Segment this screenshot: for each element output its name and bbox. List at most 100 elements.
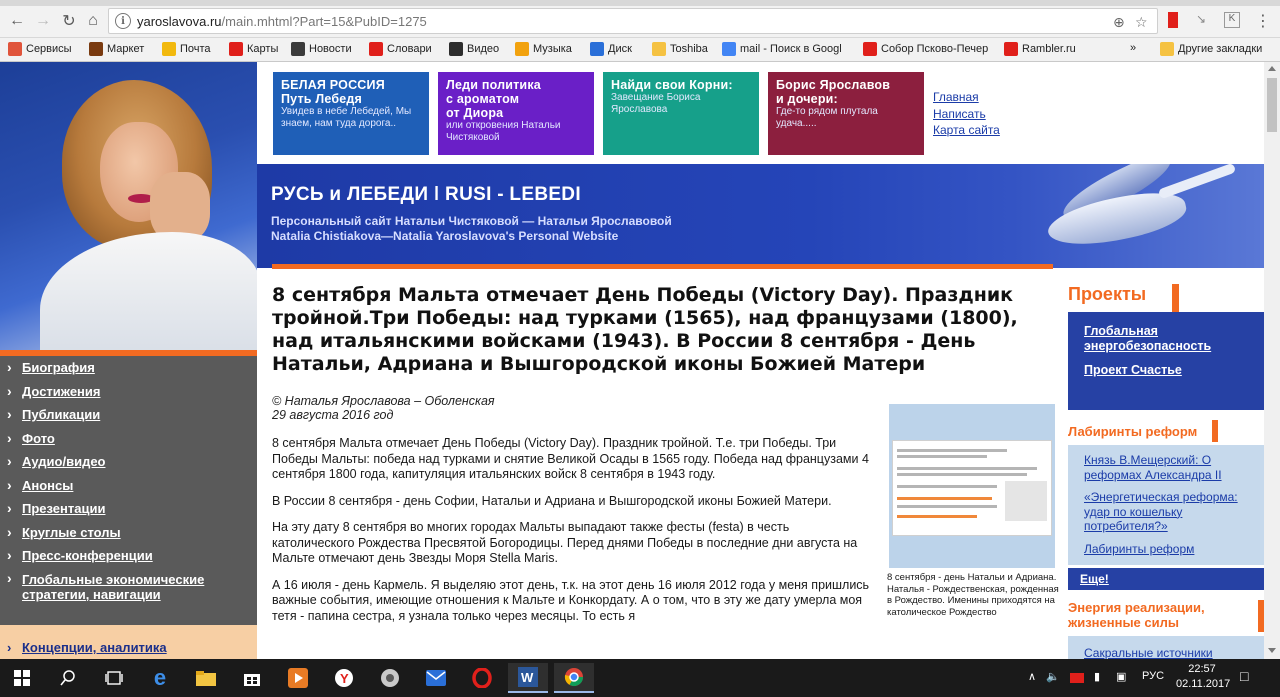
leftnav-item-6[interactable]: Презентации — [0, 497, 257, 521]
file-explorer-icon[interactable] — [186, 663, 226, 693]
promo-naidi-korni[interactable]: Найди свои Корни: Завещание Бориса Яросла… — [603, 72, 759, 155]
zoom-icon[interactable]: ⊕ — [1113, 14, 1125, 31]
bookmark-3[interactable]: Карты — [229, 42, 278, 56]
leftnav-item-0[interactable]: Биография — [0, 356, 257, 380]
tray-overflow-chevron-icon[interactable]: ∧ — [1028, 670, 1036, 683]
bookmark-4[interactable]: Новости — [291, 42, 352, 56]
figure-line — [897, 467, 1037, 470]
promo-title: Леди политика — [446, 78, 541, 92]
leftnav-item-concepts[interactable]: Концепции, аналитика — [0, 635, 257, 659]
article-header: 8 сентября Мальта отмечает День Победы (… — [272, 284, 1053, 422]
opera-icon[interactable] — [462, 663, 502, 693]
forward-arrow-icon[interactable]: → — [32, 10, 54, 32]
back-arrow-icon[interactable]: ← — [6, 10, 28, 32]
link-home[interactable]: Главная — [933, 89, 1000, 106]
app-circle-icon[interactable] — [370, 663, 410, 693]
scroll-down-arrow-icon[interactable] — [1268, 648, 1276, 653]
energy-link-sacred-sources[interactable]: Сакральные источники — [1084, 646, 1213, 659]
clock-date: 02.11.2017 — [1176, 678, 1231, 690]
yandex-browser-icon[interactable]: Y — [324, 663, 364, 693]
tab-strip — [0, 0, 1280, 6]
chrome-icon[interactable] — [554, 663, 594, 693]
language-indicator[interactable]: РУС — [1142, 670, 1164, 682]
google-icon — [722, 42, 736, 56]
site-info-icon[interactable]: i — [115, 13, 131, 29]
video-icon — [449, 42, 463, 56]
energy-box: Сакральные источники — [1068, 636, 1264, 659]
search-icon[interactable] — [48, 663, 88, 693]
bookmark-label: Toshiba — [670, 43, 708, 55]
leftnav-item-9[interactable]: Глобальные экономические стратегии, нави… — [0, 568, 257, 606]
store-icon[interactable] — [232, 663, 272, 693]
battery-icon[interactable]: ▮ — [1094, 670, 1100, 683]
link-sitemap[interactable]: Карта сайта — [933, 122, 1000, 139]
labyrinth-link-energy-reform[interactable]: «Энергетическая реформа: удар по кошельк… — [1084, 490, 1248, 534]
bookmark-label: Rambler.ru — [1022, 43, 1076, 55]
extension-icon[interactable]: ↘ — [1196, 12, 1212, 28]
reload-icon[interactable]: ↻ — [58, 10, 80, 32]
leftnav-item-2[interactable]: Публикации — [0, 403, 257, 427]
bookmark-label: Сервисы — [26, 43, 72, 55]
edge-browser-icon[interactable]: e — [140, 663, 180, 693]
bookmark-13[interactable]: » — [1130, 42, 1136, 54]
bookmark-1[interactable]: Маркет — [89, 42, 144, 56]
leftnav-item-5[interactable]: Анонсы — [0, 474, 257, 498]
article-figure[interactable] — [889, 404, 1055, 568]
promo-subtitle: Увидев в небе Лебедей, Мы знаем, нам туд… — [281, 106, 412, 129]
promo-title: Путь Лебедя — [281, 92, 363, 106]
bookmark-5[interactable]: Словари — [369, 42, 432, 56]
bookmark-11[interactable]: Собор Псково-Печер — [863, 42, 988, 56]
bookmark-0[interactable]: Сервисы — [8, 42, 72, 56]
page-scrollbar[interactable] — [1264, 62, 1280, 659]
bookmark-9[interactable]: Toshiba — [652, 42, 708, 56]
article-paragraph: В России 8 сентября - день Софии, Наталь… — [272, 493, 832, 508]
media-player-icon[interactable] — [278, 663, 318, 693]
promo-subtitle: Где-то рядом плутала удача..... — [776, 106, 878, 129]
leftnav-item-8[interactable]: Пресс-конференции — [0, 544, 257, 568]
pdf-extension-icon[interactable]: K — [1224, 12, 1240, 28]
scrollbar-thumb[interactable] — [1267, 78, 1277, 132]
link-write[interactable]: Написать — [933, 106, 1000, 123]
address-bar[interactable]: i yaroslavova.ru/main.mhtml?Part=15&PubI… — [108, 8, 1158, 34]
promo-ledi-politika[interactable]: Леди политика с ароматом от Диора или откро… — [438, 72, 594, 155]
bookmarks-bar: Сервисы Маркет Почта Карты Новости Словари Вид… — [0, 38, 1280, 62]
network-icon[interactable]: ▣ — [1116, 670, 1126, 683]
leftnav-item-7[interactable]: Круглые столы — [0, 521, 257, 545]
home-icon[interactable]: ⌂ — [82, 10, 104, 32]
scroll-up-arrow-icon[interactable] — [1268, 66, 1276, 71]
more-link[interactable]: Еще! — [1080, 572, 1109, 586]
projects-title: Проекты — [1068, 284, 1147, 304]
bookmark-7[interactable]: Музыка — [515, 42, 572, 56]
leftnav-item-1[interactable]: Достижения — [0, 380, 257, 404]
bookmark-14[interactable]: Другие закладки — [1160, 42, 1262, 56]
figure-line — [897, 485, 997, 488]
yandex-extension-icon[interactable] — [1168, 12, 1178, 28]
project-link-energy-security[interactable]: Глобальная энергобезопасность — [1084, 324, 1248, 354]
bookmark-8[interactable]: Диск — [590, 42, 632, 56]
bookmark-2[interactable]: Почта — [162, 42, 211, 56]
notifications-icon[interactable]: □ — [1240, 668, 1248, 684]
promo-boris-yaroslavov[interactable]: Борис Ярославов и дочери: Где-то рядом плу… — [768, 72, 924, 155]
bookmark-star-icon[interactable]: ☆ — [1135, 14, 1148, 31]
browser-toolbar: ← → ↻ ⌂ i yaroslavova.ru/main.mhtml?Part… — [0, 0, 1280, 38]
leftnav-item-3[interactable]: Фото — [0, 427, 257, 451]
tray-app-icon[interactable] — [1070, 673, 1084, 683]
bookmark-10[interactable]: mail - Поиск в Googl — [722, 42, 842, 56]
figure-highlight — [897, 515, 977, 518]
bookmark-12[interactable]: Rambler.ru — [1004, 42, 1076, 56]
word-icon[interactable]: W — [508, 663, 548, 693]
bookmark-6[interactable]: Видео — [449, 42, 499, 56]
mail-app-icon[interactable] — [416, 663, 456, 693]
menu-kebab-icon[interactable]: ⋮ — [1252, 10, 1274, 32]
leftnav-item-4[interactable]: Аудио/видео — [0, 450, 257, 474]
windows-start-icon[interactable] — [2, 663, 42, 693]
volume-icon[interactable]: 🔈 — [1046, 670, 1060, 683]
system-clock[interactable]: 22:57 02.11.2017 — [1176, 662, 1231, 692]
labyrinth-link-reforms[interactable]: Лабиринты реформ — [1084, 542, 1248, 557]
swan-neck-image — [1157, 164, 1237, 200]
banner-orange-underline — [272, 264, 1053, 269]
promo-belaya-rossiya[interactable]: БЕЛАЯ РОССИЯ Путь Лебедя Увидев в небе Леб… — [273, 72, 429, 155]
task-view-icon[interactable] — [94, 663, 134, 693]
labyrinth-link-meshchersky[interactable]: Князь В.Мещерский: О реформах Александра… — [1084, 453, 1248, 482]
project-link-happiness[interactable]: Проект Счастье — [1084, 363, 1248, 378]
